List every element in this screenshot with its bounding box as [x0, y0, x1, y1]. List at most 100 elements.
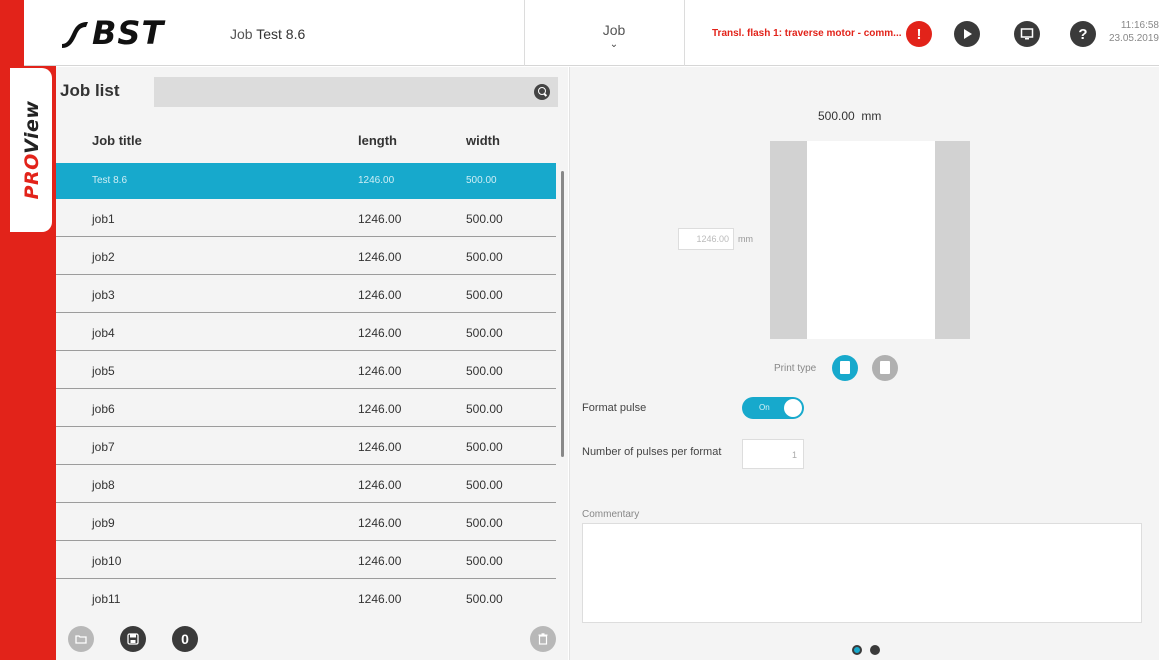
format-pulse-label: Format pulse: [582, 402, 647, 414]
table-row[interactable]: job3 1246.00 500.00: [56, 275, 556, 313]
print-type-landscape-icon[interactable]: [872, 355, 898, 381]
table-row[interactable]: job8 1246.00 500.00: [56, 465, 556, 503]
sheet-length-input[interactable]: 1246.00: [678, 228, 734, 250]
sheet-width-label: 500.00 mm: [818, 109, 881, 123]
sheet-length-unit: mm: [738, 234, 753, 244]
cell-length: 1246.00: [358, 250, 402, 264]
alert-message[interactable]: Transl. flash 1: traverse motor - comm..…: [712, 28, 902, 39]
cell-title: Test 8.6: [92, 175, 128, 186]
top-bar: BST Job Test 8.6 Job ⌄ Transl. flash 1: …: [24, 0, 1159, 66]
column-header-title[interactable]: Job title: [92, 133, 142, 148]
cell-title: job5: [92, 364, 115, 378]
divider: [524, 0, 525, 66]
clock: 11:16:58 23.05.2019: [1106, 19, 1159, 45]
help-icon[interactable]: ?: [1070, 21, 1096, 47]
table-row[interactable]: job1 1246.00 500.00: [56, 199, 556, 237]
cell-width: 500.00: [466, 175, 497, 186]
cell-width: 500.00: [466, 592, 503, 606]
cell-width: 500.00: [466, 212, 503, 226]
toggle-knob: [784, 399, 802, 417]
cell-width: 500.00: [466, 250, 503, 264]
app-window: PROView BST Job Test 8.6 Job ⌄ Transl. f…: [0, 0, 1159, 660]
job-list-panel: Job list Job title length width Test 8.6…: [56, 67, 568, 660]
pager-dot[interactable]: [870, 645, 880, 655]
table-row[interactable]: job2 1246.00 500.00: [56, 237, 556, 275]
job-details-panel: 500.00 mm 1246.00 mm Print type Format p…: [569, 67, 1159, 660]
play-icon[interactable]: [954, 21, 980, 47]
cell-title: job2: [92, 250, 115, 264]
table-row[interactable]: job6 1246.00 500.00: [56, 389, 556, 427]
cell-length: 1246.00: [358, 478, 402, 492]
scrollbar[interactable]: [561, 171, 564, 457]
cell-length: 1246.00: [358, 516, 402, 530]
cell-length: 1246.00: [358, 402, 402, 416]
cell-width: 500.00: [466, 402, 503, 416]
bst-swoosh-icon: [62, 22, 88, 48]
cell-width: 500.00: [466, 516, 503, 530]
delete-icon[interactable]: [530, 626, 556, 652]
cell-title: job11: [92, 592, 121, 606]
table-row-selected[interactable]: Test 8.6 1246.00 500.00: [56, 163, 556, 199]
table-row[interactable]: job4 1246.00 500.00: [56, 313, 556, 351]
cell-length: 1246.00: [358, 288, 402, 302]
search-icon[interactable]: [534, 84, 550, 100]
cell-title: job9: [92, 516, 115, 530]
table-row[interactable]: job7 1246.00 500.00: [56, 427, 556, 465]
cell-width: 500.00: [466, 326, 503, 340]
column-header-width[interactable]: width: [466, 133, 500, 148]
commentary-field[interactable]: [582, 523, 1142, 623]
current-job-name: Test 8.6: [256, 26, 306, 42]
cell-length: 1246.00: [358, 440, 402, 454]
reset-counter-button[interactable]: 0: [172, 626, 198, 652]
format-preview-sheet: [807, 141, 935, 339]
cell-title: job6: [92, 402, 115, 416]
format-pulse-toggle[interactable]: On: [742, 397, 804, 419]
cell-title: job8: [92, 478, 115, 492]
job-menu-button[interactable]: Job ⌄: [594, 22, 634, 50]
pulses-per-format-input[interactable]: 1: [742, 439, 804, 469]
clock-date: 23.05.2019: [1108, 33, 1159, 44]
job-menu-label: Job: [602, 22, 626, 38]
table-row[interactable]: job10 1246.00 500.00: [56, 541, 556, 579]
cell-width: 500.00: [466, 364, 503, 378]
cell-title: job1: [92, 212, 115, 226]
cell-width: 500.00: [466, 478, 503, 492]
cell-length: 1246.00: [358, 212, 402, 226]
print-type-portrait-icon[interactable]: [832, 355, 858, 381]
exclamation-icon[interactable]: !: [906, 21, 932, 47]
proview-label: PROView: [21, 100, 43, 200]
clock-time: 11:16:58: [1120, 20, 1159, 31]
cell-length: 1246.00: [358, 364, 402, 378]
logo-text: BST: [92, 14, 165, 52]
cell-width: 500.00: [466, 288, 503, 302]
save-icon[interactable]: [120, 626, 146, 652]
sheet-width-unit: mm: [861, 109, 882, 123]
cell-width: 500.00: [466, 554, 503, 568]
job-list-toolbar: 0: [56, 622, 568, 660]
print-type-label: Print type: [774, 363, 817, 374]
job-table: Test 8.6 1246.00 500.00 job1 1246.00 500…: [56, 163, 556, 617]
table-row[interactable]: job5 1246.00 500.00: [56, 351, 556, 389]
chevron-down-icon: ⌄: [609, 39, 619, 50]
current-job-title: Job Test 8.6: [230, 26, 306, 42]
toggle-state-label: On: [759, 403, 770, 412]
cell-title: job3: [92, 288, 115, 302]
cell-length: 1246.00: [358, 554, 402, 568]
column-header-length[interactable]: length: [358, 133, 397, 148]
job-list-title: Job list: [60, 81, 120, 100]
cell-length: 1246.00: [358, 175, 395, 186]
table-row[interactable]: job9 1246.00 500.00: [56, 503, 556, 541]
commentary-label: Commentary: [582, 509, 640, 520]
bst-logo: BST: [60, 14, 165, 52]
cell-title: job10: [92, 554, 122, 568]
cell-length: 1246.00: [358, 592, 402, 606]
sheet-width-value: 500.00: [818, 109, 855, 123]
cell-title: job7: [92, 440, 115, 454]
search-input[interactable]: [154, 77, 558, 107]
open-folder-icon[interactable]: [68, 626, 94, 652]
table-row[interactable]: job11 1246.00 500.00: [56, 579, 556, 617]
pager-dot-active[interactable]: [852, 645, 862, 655]
monitor-icon[interactable]: [1014, 21, 1040, 47]
cell-title: job4: [92, 326, 115, 340]
cell-length: 1246.00: [358, 326, 402, 340]
